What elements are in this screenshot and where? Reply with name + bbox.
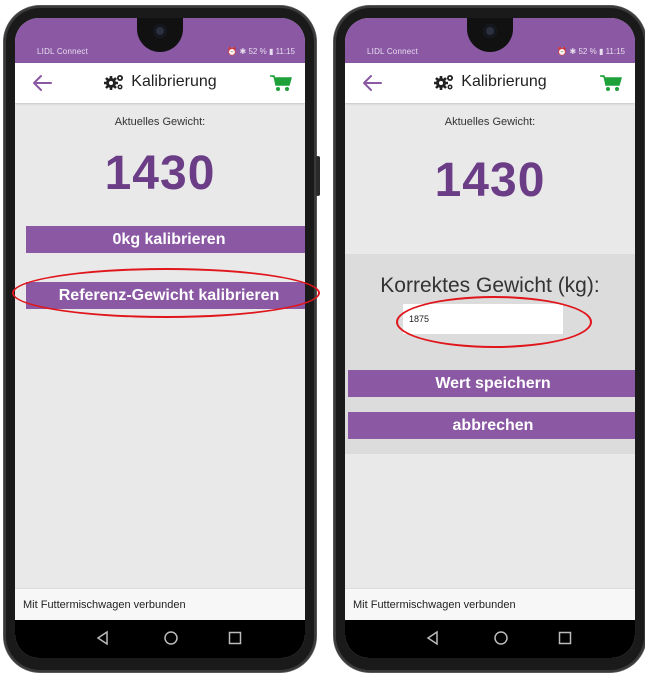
cancel-button[interactable]: abbrechen bbox=[348, 412, 635, 439]
phone-left: LIDL Connect ⏰ ✱ 52 % ▮ 11:15 Kalibrieru… bbox=[4, 6, 320, 672]
nav-back-icon[interactable] bbox=[425, 630, 441, 646]
status-indicators: ⏰ ✱ 52 % ▮ 11:15 bbox=[557, 47, 625, 56]
system-nav-bar bbox=[345, 620, 635, 658]
page-title: Kalibrierung bbox=[345, 73, 635, 91]
nav-home-icon[interactable] bbox=[493, 630, 509, 646]
connection-status: Mit Futtermischwagen verbunden bbox=[345, 588, 635, 620]
app-bar: Kalibrierung bbox=[345, 63, 635, 103]
connection-status: Mit Futtermischwagen verbunden bbox=[15, 588, 305, 620]
nav-recents-icon[interactable] bbox=[557, 630, 573, 646]
current-weight-label: Aktuelles Gewicht: bbox=[114, 116, 206, 128]
status-indicators: ⏰ ✱ 52 % ▮ 11:15 bbox=[227, 47, 295, 56]
front-camera bbox=[153, 24, 167, 38]
page-title-text: Kalibrierung bbox=[461, 73, 547, 90]
dialog-title: Korrektes Gewicht (kg): bbox=[380, 274, 600, 297]
page-title: Kalibrierung bbox=[15, 73, 305, 91]
status-carrier: LIDL Connect bbox=[367, 47, 419, 56]
page-title-text: Kalibrierung bbox=[131, 73, 217, 90]
gears-icon bbox=[434, 75, 454, 90]
front-camera bbox=[483, 24, 497, 38]
screen-left: LIDL Connect ⏰ ✱ 52 % ▮ 11:15 Kalibrieru… bbox=[15, 18, 305, 658]
system-nav-bar bbox=[15, 620, 305, 658]
cart-icon[interactable] bbox=[599, 73, 623, 93]
nav-home-icon[interactable] bbox=[163, 630, 179, 646]
volume-button bbox=[316, 156, 320, 196]
save-value-button[interactable]: Wert speichern bbox=[348, 370, 635, 397]
current-weight-value: 1430 bbox=[434, 154, 546, 207]
current-weight-value: 1430 bbox=[104, 147, 216, 200]
current-weight-label: Aktuelles Gewicht: bbox=[444, 116, 536, 128]
cart-icon[interactable] bbox=[269, 73, 293, 93]
highlight-ellipse-weight-input bbox=[396, 296, 592, 348]
highlight-ellipse-reference-button bbox=[12, 268, 320, 318]
nav-back-icon[interactable] bbox=[95, 630, 111, 646]
nav-recents-icon[interactable] bbox=[227, 630, 243, 646]
status-bar: LIDL Connect ⏰ ✱ 52 % ▮ 11:15 bbox=[345, 18, 635, 63]
app-bar: Kalibrierung bbox=[15, 63, 305, 103]
status-carrier: LIDL Connect bbox=[37, 47, 89, 56]
zero-calibrate-button[interactable]: 0kg kalibrieren bbox=[26, 226, 305, 253]
gears-icon bbox=[104, 75, 124, 90]
status-bar: LIDL Connect ⏰ ✱ 52 % ▮ 11:15 bbox=[15, 18, 305, 63]
calibration-dialog: Korrektes Gewicht (kg): Wert speichern a… bbox=[345, 254, 635, 454]
